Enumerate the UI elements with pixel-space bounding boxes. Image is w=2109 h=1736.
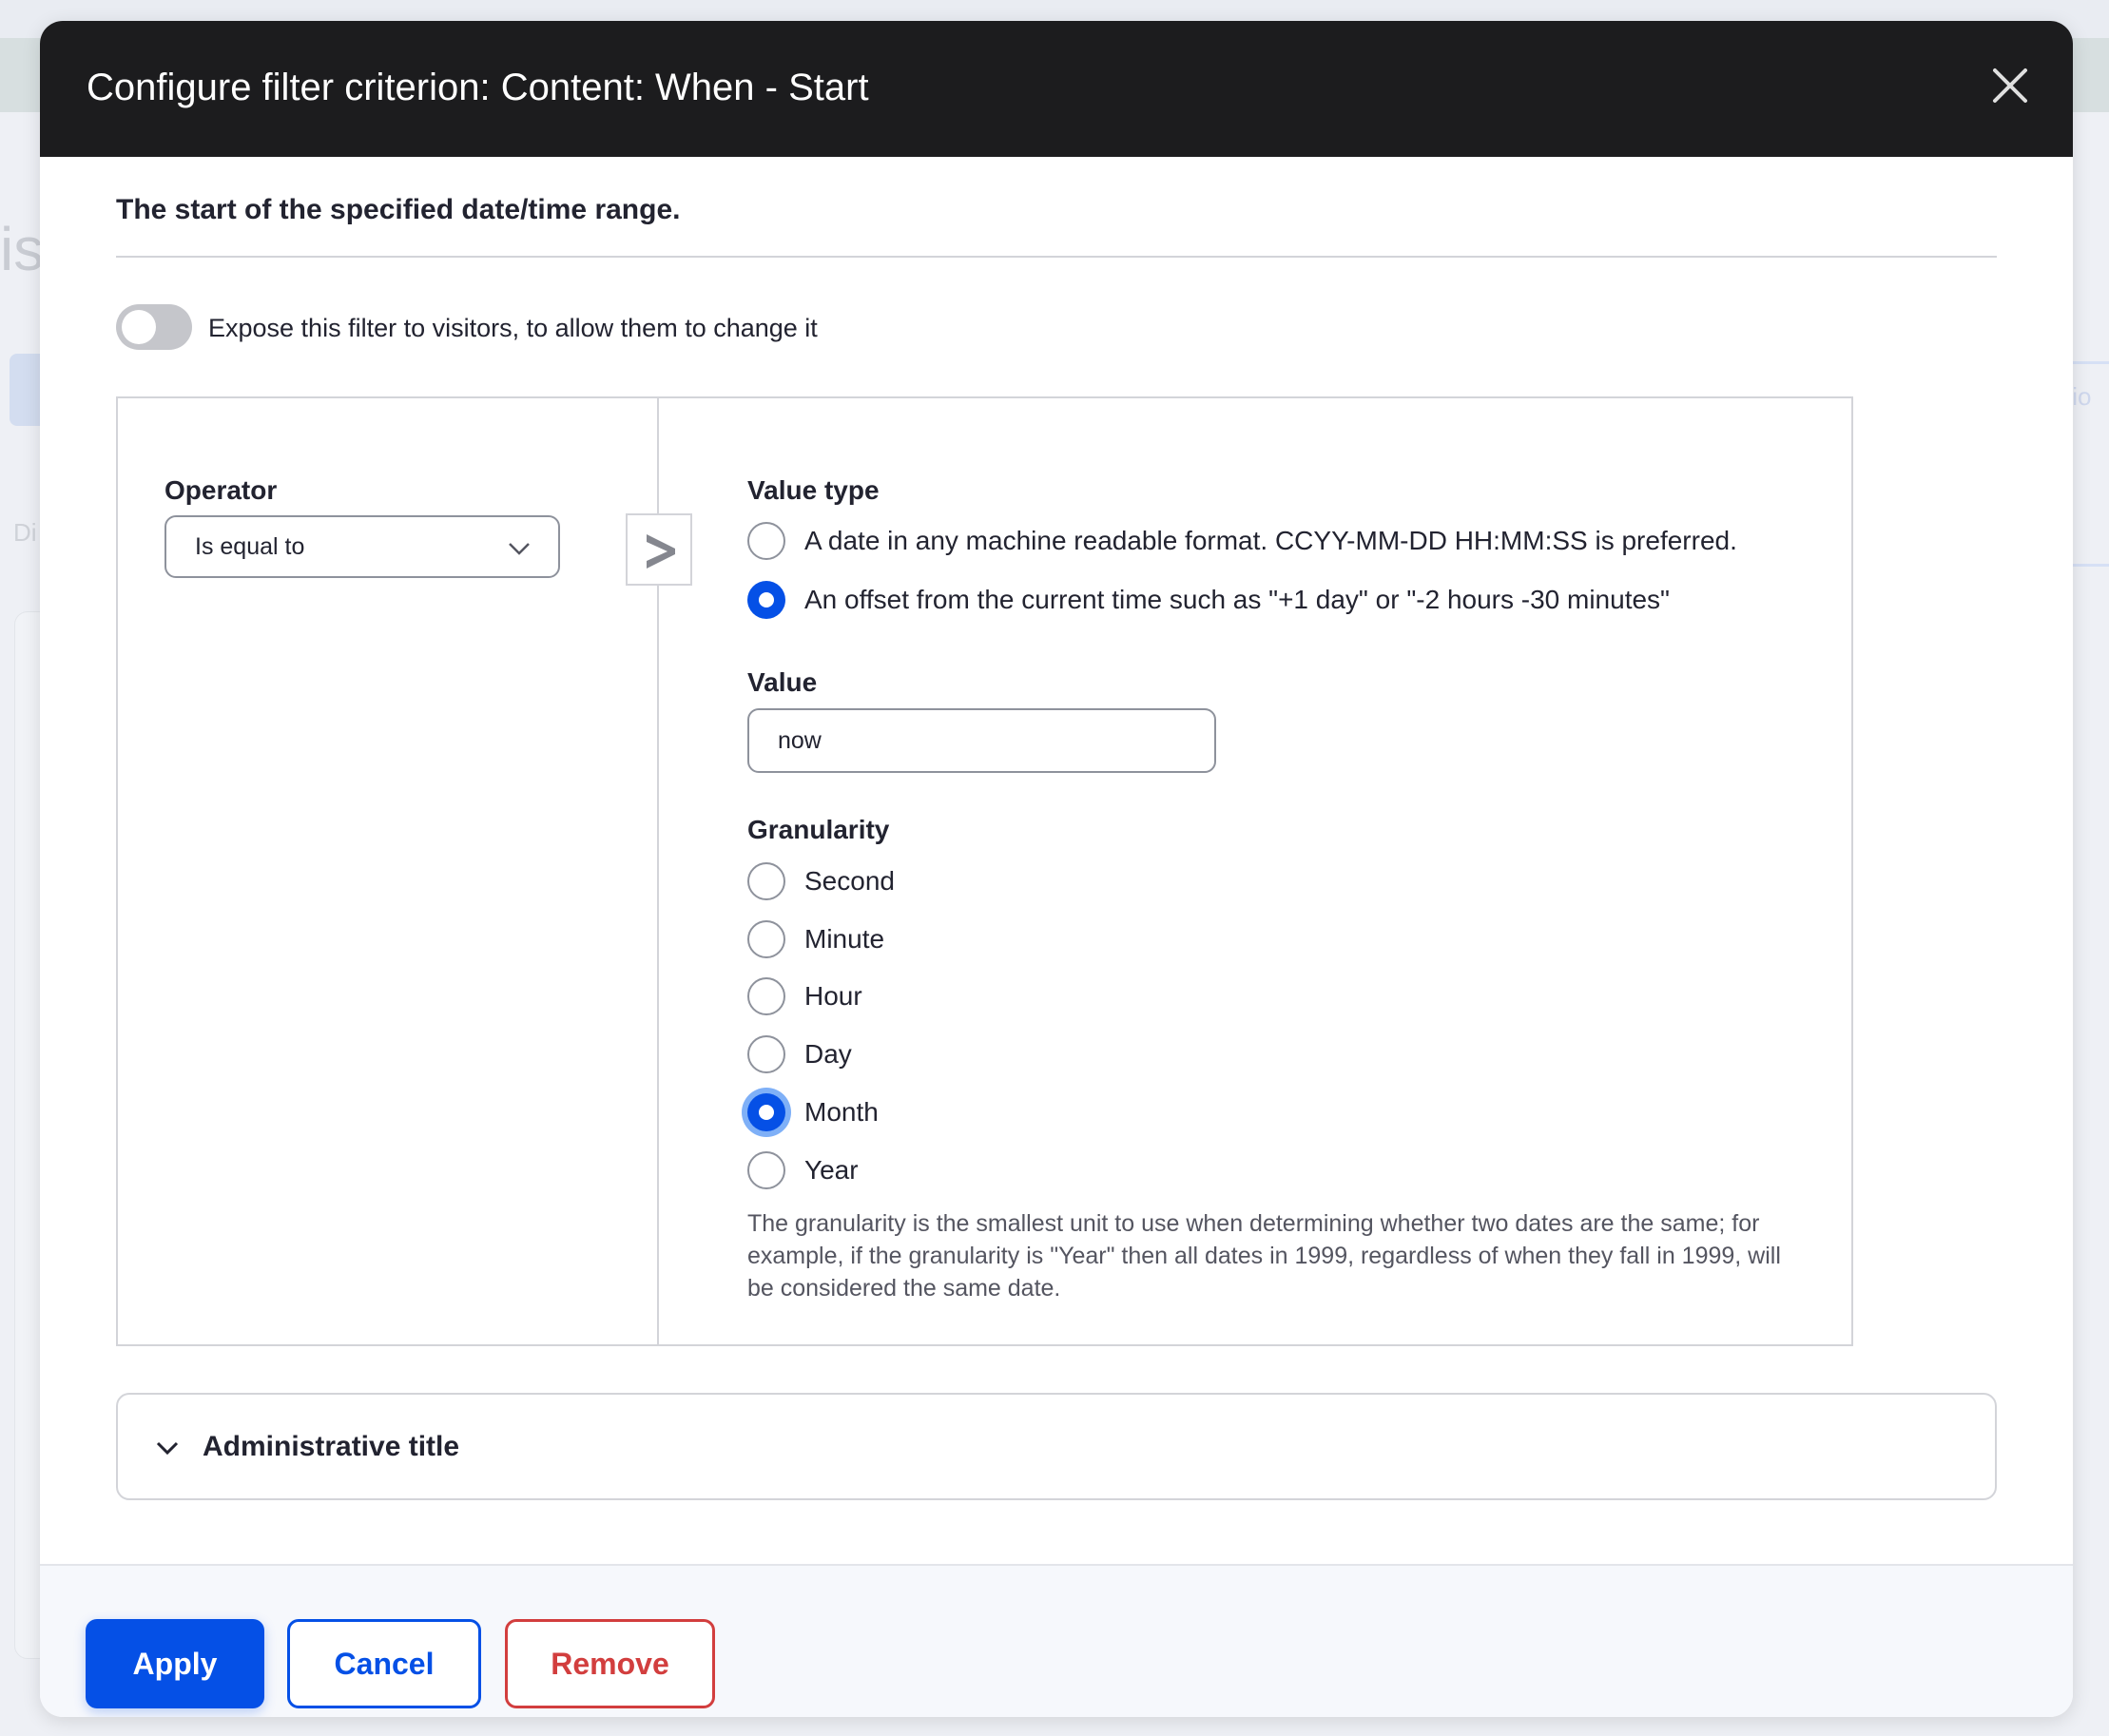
radio-label: Minute [804, 924, 885, 954]
granularity-option-year[interactable]: Year [747, 1149, 859, 1191]
granularity-option-day[interactable]: Day [747, 1033, 852, 1075]
cancel-button[interactable]: Cancel [287, 1619, 481, 1708]
granularity-label: Granularity [747, 815, 890, 844]
radio-button[interactable] [747, 1035, 785, 1073]
dialog-footer: Apply Cancel Remove [40, 1564, 2073, 1717]
radio-button[interactable] [747, 1151, 785, 1189]
granularity-option-hour[interactable]: Hour [747, 975, 862, 1017]
operator-selected-value: Is equal to [195, 533, 305, 560]
background-heading: is [0, 215, 45, 283]
chevron-down-icon [509, 543, 530, 555]
dialog-header: Configure filter criterion: Content: Whe… [40, 21, 2073, 157]
background-label: Di [13, 518, 37, 547]
expose-filter-label: Expose this filter to visitors, to allow… [208, 314, 818, 342]
radio-label: Year [804, 1155, 859, 1185]
granularity-description: The granularity is the smallest unit to … [747, 1210, 1781, 1302]
radio-button[interactable] [747, 920, 785, 958]
granularity-option-month[interactable]: Month [747, 1091, 879, 1133]
radio-button[interactable] [747, 522, 785, 560]
toggle-knob [122, 310, 156, 344]
radio-label: Hour [804, 981, 862, 1011]
administrative-title-label: Administrative title [203, 1431, 460, 1462]
radio-label: Month [804, 1097, 879, 1127]
radio-button[interactable] [747, 862, 785, 900]
value-type-label: Value type [747, 475, 880, 505]
operator-select[interactable]: Is equal to [164, 515, 560, 578]
dialog-subtitle: The start of the specified date/time ran… [116, 194, 681, 225]
value-type-option-offset[interactable]: An offset from the current time such as … [747, 579, 1670, 621]
operator-label: Operator [164, 475, 278, 505]
dialog-title: Configure filter criterion: Content: Whe… [87, 67, 869, 108]
remove-button[interactable]: Remove [505, 1619, 715, 1708]
apply-button[interactable]: Apply [86, 1619, 264, 1708]
granularity-option-second[interactable]: Second [747, 860, 895, 902]
close-button[interactable] [1989, 65, 2031, 106]
value-input[interactable] [747, 708, 1216, 773]
value-label: Value [747, 667, 818, 697]
radio-button[interactable] [747, 977, 785, 1015]
filter-dialog: Configure filter criterion: Content: Whe… [40, 21, 2073, 1717]
divider [116, 256, 1997, 258]
radio-label: Day [804, 1039, 852, 1069]
chevron-right-icon [647, 534, 675, 569]
radio-label: A date in any machine readable format. C… [804, 526, 1737, 555]
radio-label: An offset from the current time such as … [804, 585, 1670, 614]
administrative-title-details[interactable]: Administrative title [116, 1393, 1997, 1500]
radio-button[interactable] [747, 581, 785, 619]
radio-label: Second [804, 866, 895, 896]
close-icon [1993, 68, 2027, 103]
granularity-option-minute[interactable]: Minute [747, 918, 884, 960]
value-type-option-date[interactable]: A date in any machine readable format. C… [747, 520, 1737, 562]
chevron-down-icon [156, 1441, 179, 1456]
expose-filter-toggle[interactable] [116, 304, 192, 350]
operator-arrow [626, 513, 692, 586]
radio-button[interactable] [747, 1093, 785, 1131]
